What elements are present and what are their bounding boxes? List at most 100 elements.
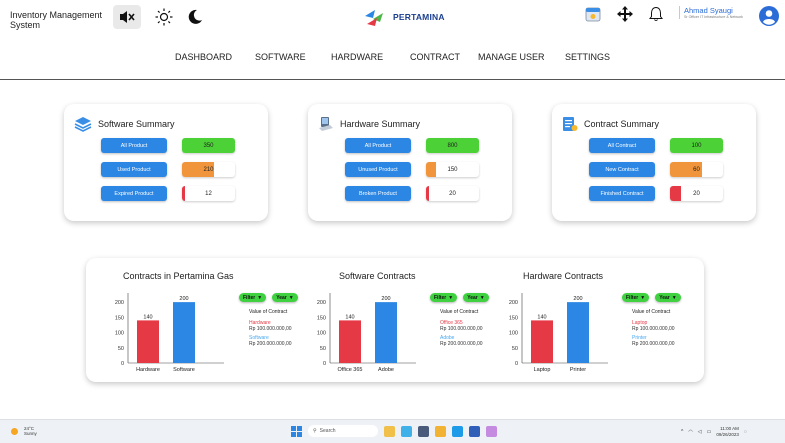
value-text: 20: [693, 190, 700, 197]
search-placeholder: Search: [319, 428, 336, 434]
value-box: 210: [182, 162, 235, 177]
legend-value-2: Rp 200.000.000,00: [632, 341, 675, 348]
year-label: Year: [467, 294, 478, 301]
battery-icon[interactable]: ▭: [707, 429, 712, 435]
filter-label: Filter: [434, 294, 447, 301]
broken-product-button[interactable]: Broken Product: [345, 186, 411, 201]
nav-settings[interactable]: SETTINGS: [565, 52, 610, 62]
chart-title: Hardware Contracts: [523, 271, 604, 281]
value-box: 12: [182, 186, 235, 201]
filter-dropdown[interactable]: Filter ▼: [430, 293, 458, 302]
edge-browser-icon[interactable]: [452, 425, 463, 437]
user-role: Sr Officer IT Infrastructure & Network: [684, 15, 743, 19]
file-explorer-icon[interactable]: [435, 425, 446, 437]
card-title-text: Hardware Summary: [340, 119, 421, 129]
user-name: Ahmad Syaugi: [684, 6, 733, 15]
finished-contract-button[interactable]: Finished Contract: [589, 186, 655, 201]
bar-software[interactable]: [173, 302, 195, 363]
filter-label: Filter: [626, 294, 639, 301]
nav-manage-user[interactable]: MANAGE USER: [478, 52, 545, 62]
card-title: Contract Summary: [562, 116, 659, 132]
user-info[interactable]: Ahmad Syaugi Sr Officer IT Infrastructur…: [679, 6, 749, 20]
app-icon-2[interactable]: [401, 425, 412, 437]
expired-product-button[interactable]: Expired Product: [101, 186, 167, 201]
brand-name: PERTAMINA: [393, 12, 445, 22]
y-tick-label: 150: [115, 315, 124, 321]
x-tick-label: Hardware: [136, 367, 160, 373]
year-label: Year: [659, 294, 670, 301]
weather-desc: Sunny: [24, 431, 37, 436]
year-dropdown[interactable]: Year ▼: [272, 293, 298, 302]
nav-dashboard[interactable]: DASHBOARD: [175, 52, 232, 62]
summary-row: All Product 800: [345, 138, 479, 153]
app-icon-1[interactable]: [384, 425, 395, 437]
mute-button[interactable]: [113, 5, 141, 29]
nav-hardware[interactable]: HARDWARE: [331, 52, 383, 62]
windows-start-icon[interactable]: [291, 425, 302, 437]
summary-row: New Contract 60: [589, 162, 723, 177]
chart-filters: Filter ▼ Year ▼: [622, 293, 681, 302]
value-legend: Value of Contract Laptop Rp 100.000.000,…: [632, 309, 702, 352]
card-title-text: Contract Summary: [584, 119, 660, 129]
filter-dropdown[interactable]: Filter ▼: [622, 293, 650, 302]
bell-icon[interactable]: [649, 6, 663, 22]
summary-row: Finished Contract 20: [589, 186, 723, 201]
bar-adobe[interactable]: [375, 302, 397, 363]
y-tick-label: 0: [515, 361, 518, 367]
wifi-icon[interactable]: ◠: [688, 429, 692, 435]
all-product-button[interactable]: All Product: [345, 138, 411, 153]
value-text: 150: [447, 166, 458, 173]
legend-title: Value of Contract: [632, 309, 671, 315]
chart-title: Contracts in Pertamina Gas: [123, 271, 234, 281]
bar-data-label: 200: [381, 296, 390, 302]
bar-chart-software-contracts: 0 50 100 150 200 140 Office 365 200 Adobe: [317, 293, 416, 373]
calendar-icon[interactable]: [585, 6, 601, 22]
taskbar-search[interactable]: ⚲ Search: [308, 425, 378, 437]
sun-icon[interactable]: [155, 8, 173, 26]
moon-icon[interactable]: [187, 9, 203, 25]
summary-row: Unused Product 150: [345, 162, 479, 177]
year-dropdown[interactable]: Year ▼: [655, 293, 681, 302]
bar-laptop[interactable]: [531, 320, 553, 363]
volume-icon[interactable]: ◁: [698, 429, 702, 435]
bar-printer[interactable]: [567, 302, 589, 363]
search-icon: ⚲: [313, 428, 317, 434]
value-text: 100: [691, 142, 702, 149]
app-icon-5[interactable]: [486, 425, 497, 437]
weather-widget[interactable]: 24°C Sunny: [10, 426, 37, 436]
charts-card: Contracts in Pertamina Gas 0 50 100 150 200 1…: [86, 258, 704, 382]
chevron-up-icon[interactable]: ^: [681, 429, 683, 435]
bar-hardware[interactable]: [137, 320, 159, 363]
card-title: Software Summary: [74, 116, 175, 132]
bar-data-label: 140: [537, 314, 546, 320]
unused-product-button[interactable]: Unused Product: [345, 162, 411, 177]
clock-date: 09/26/2023: [716, 431, 739, 437]
app-icon-3[interactable]: [418, 425, 429, 437]
notification-icon[interactable]: ◌: [744, 429, 747, 435]
year-dropdown[interactable]: Year ▼: [463, 293, 489, 302]
all-contract-button[interactable]: All Contract: [589, 138, 655, 153]
bar-data-label: 140: [143, 314, 152, 320]
value-box: 20: [426, 186, 479, 201]
all-product-button[interactable]: All Product: [101, 138, 167, 153]
caret-down-icon: ▼: [257, 294, 263, 301]
value-text: 210: [203, 166, 214, 173]
nav-contract[interactable]: CONTRACT: [410, 52, 460, 62]
new-contract-button[interactable]: New Contract: [589, 162, 655, 177]
app-icon-4[interactable]: [469, 425, 480, 437]
hardware-summary-card: Hardware Summary All Product 800 Unused …: [308, 104, 512, 221]
pertamina-logo-icon: [365, 10, 383, 26]
bar-office-365[interactable]: [339, 320, 361, 363]
clock[interactable]: 11:00 AM 09/26/2023: [716, 426, 739, 437]
chart-title: Software Contracts: [339, 271, 416, 281]
move-icon[interactable]: [617, 6, 633, 22]
nav-software[interactable]: SOFTWARE: [255, 52, 306, 62]
filter-dropdown[interactable]: Filter ▼: [239, 293, 267, 302]
value-text: 800: [447, 142, 458, 149]
caret-down-icon: ▼: [448, 294, 454, 301]
x-tick-label: Adobe: [378, 367, 394, 373]
summary-row: Expired Product 12: [101, 186, 235, 201]
user-avatar-icon[interactable]: [759, 6, 779, 26]
used-product-button[interactable]: Used Product: [101, 162, 167, 177]
software-summary-card: Software Summary All Product 350 Used Pr…: [64, 104, 268, 221]
